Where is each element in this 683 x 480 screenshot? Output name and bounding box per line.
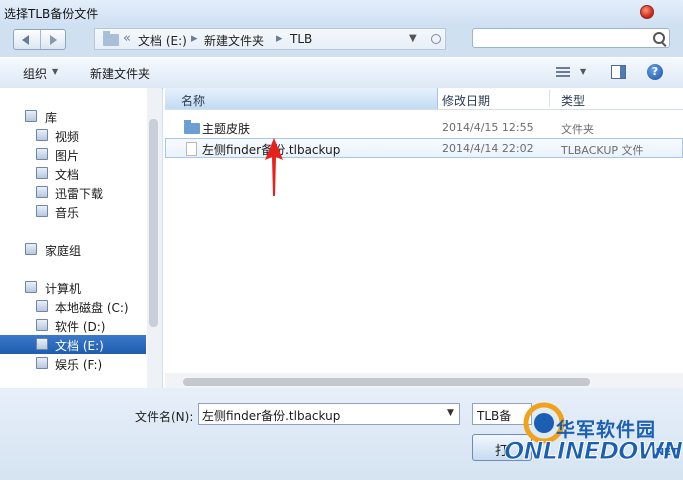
file-row[interactable]: 主题皮肤 2014/4/15 12:55 文件夹 — [165, 118, 683, 138]
annotation-arrow-icon — [265, 138, 283, 196]
nav-item-label: 软件 (D:) — [55, 320, 106, 334]
watermark: 华军软件园 ONLINEDOWN .NET — [500, 395, 683, 480]
file-type: TLBACKUP 文件 — [561, 144, 644, 157]
drive-icon — [36, 357, 48, 369]
breadcrumb-separator[interactable]: ▸ — [191, 31, 198, 46]
nav-item-label: 家庭组 — [45, 244, 82, 258]
file-icon — [186, 142, 197, 156]
breadcrumb-drive-e[interactable]: 文档 (E:) — [138, 32, 187, 49]
nav-item-label: 娱乐 (F:) — [55, 358, 103, 372]
nav-item-drive-c[interactable]: 本地磁盘 (C:) — [0, 297, 146, 316]
nav-item-thunder-downloads[interactable]: 迅雷下载 — [0, 183, 146, 202]
breadcrumb-separator[interactable]: ▸ — [276, 31, 283, 46]
column-name-label: 名称 — [181, 94, 206, 108]
nav-item-label: 计算机 — [45, 282, 82, 296]
column-divider[interactable] — [549, 90, 550, 107]
drive-icon — [36, 300, 48, 312]
column-name-header[interactable]: 名称 — [165, 88, 438, 109]
nav-item-label: 图片 — [55, 149, 80, 163]
breadcrumb-new-folder[interactable]: 新建文件夹 — [204, 32, 264, 49]
horizontal-scrollbar-thumb[interactable] — [183, 378, 590, 386]
window-title: 选择TLB备份文件 — [4, 7, 99, 21]
download-icon — [36, 186, 48, 198]
library-icon — [25, 110, 37, 122]
title-bar: 选择TLB备份文件 — [0, 0, 683, 26]
breadcrumb-tlb[interactable]: TLB — [290, 32, 312, 46]
search-icon[interactable] — [653, 32, 665, 44]
drive-icon — [36, 338, 48, 350]
chevron-down-icon[interactable]: ▼ — [52, 67, 58, 76]
folder-icon — [184, 120, 200, 134]
nav-item-library[interactable]: 库 — [0, 107, 146, 126]
homegroup-icon — [25, 243, 37, 255]
file-name: 主题皮肤 — [202, 122, 251, 136]
refresh-icon[interactable] — [431, 34, 441, 44]
nav-item-label: 音乐 — [55, 206, 80, 220]
forward-arrow-icon — [50, 35, 57, 45]
nav-item-music[interactable]: 音乐 — [0, 202, 146, 221]
filename-input[interactable]: 左侧finder备份.tlbackup ▼ — [198, 403, 460, 425]
nav-item-drive-e[interactable]: 文档 (E:) — [0, 335, 146, 354]
history-buttons — [13, 29, 66, 50]
nav-scrollbar-thumb[interactable] — [149, 119, 158, 327]
column-date-header[interactable]: 修改日期 — [442, 92, 490, 109]
nav-item-homegroup[interactable]: 家庭组 — [0, 240, 146, 259]
forward-button[interactable] — [40, 30, 66, 49]
back-arrow-icon — [22, 35, 29, 45]
nav-item-video[interactable]: 视频 — [0, 126, 146, 145]
document-icon — [36, 167, 48, 179]
help-icon[interactable]: ? — [647, 64, 663, 80]
nav-item-label: 本地磁盘 (C:) — [55, 301, 129, 315]
overflow-chevron[interactable]: « — [123, 31, 131, 46]
file-row-selected[interactable]: 左侧finder备份.tlbackup 2014/4/14 22:02 TLBA… — [165, 138, 683, 158]
column-type-header[interactable]: 类型 — [561, 92, 585, 109]
nav-item-drive-d[interactable]: 软件 (D:) — [0, 316, 146, 335]
preview-pane-icon[interactable] — [611, 65, 626, 79]
nav-item-documents[interactable]: 文档 — [0, 164, 146, 183]
watermark-net: .NET — [652, 447, 678, 458]
picture-icon — [36, 148, 48, 160]
search-input[interactable] — [472, 28, 670, 48]
back-button[interactable] — [14, 30, 41, 49]
video-icon — [36, 129, 48, 141]
nav-item-computer[interactable]: 计算机 — [0, 278, 146, 297]
new-folder-button[interactable]: 新建文件夹 — [90, 65, 150, 82]
nav-item-drive-f[interactable]: 娱乐 (F:) — [0, 354, 146, 373]
command-toolbar: 组织 ▼ 新建文件夹 ▼ ? — [0, 57, 683, 89]
folder-icon — [103, 31, 119, 46]
filename-label: 文件名(N): — [135, 410, 194, 424]
chevron-down-icon[interactable]: ▼ — [447, 408, 454, 418]
file-date: 2014/4/14 22:02 — [442, 142, 534, 155]
computer-icon — [25, 281, 37, 293]
nav-item-pictures[interactable]: 图片 — [0, 145, 146, 164]
nav-item-label: 视频 — [55, 130, 80, 144]
address-bar[interactable]: « 文档 (E:) ▸ 新建文件夹 ▸ TLB ▼ — [94, 28, 446, 50]
nav-item-label: 库 — [45, 111, 58, 125]
chevron-down-icon[interactable]: ▼ — [580, 67, 586, 76]
view-options-icon[interactable] — [556, 67, 570, 78]
drive-icon — [36, 319, 48, 331]
file-date: 2014/4/15 12:55 — [442, 121, 534, 134]
nav-item-label: 文档 — [55, 168, 80, 182]
column-header: 名称 修改日期 类型 — [165, 88, 683, 110]
nav-item-label: 文档 (E:) — [55, 339, 104, 353]
nav-item-label: 迅雷下载 — [55, 187, 104, 201]
filename-value: 左侧finder备份.tlbackup — [202, 409, 341, 423]
organize-button[interactable]: 组织 — [23, 65, 47, 82]
file-type: 文件夹 — [561, 123, 594, 136]
music-icon — [36, 205, 48, 217]
address-dropdown-icon[interactable]: ▼ — [409, 33, 417, 44]
close-button[interactable] — [640, 5, 654, 19]
